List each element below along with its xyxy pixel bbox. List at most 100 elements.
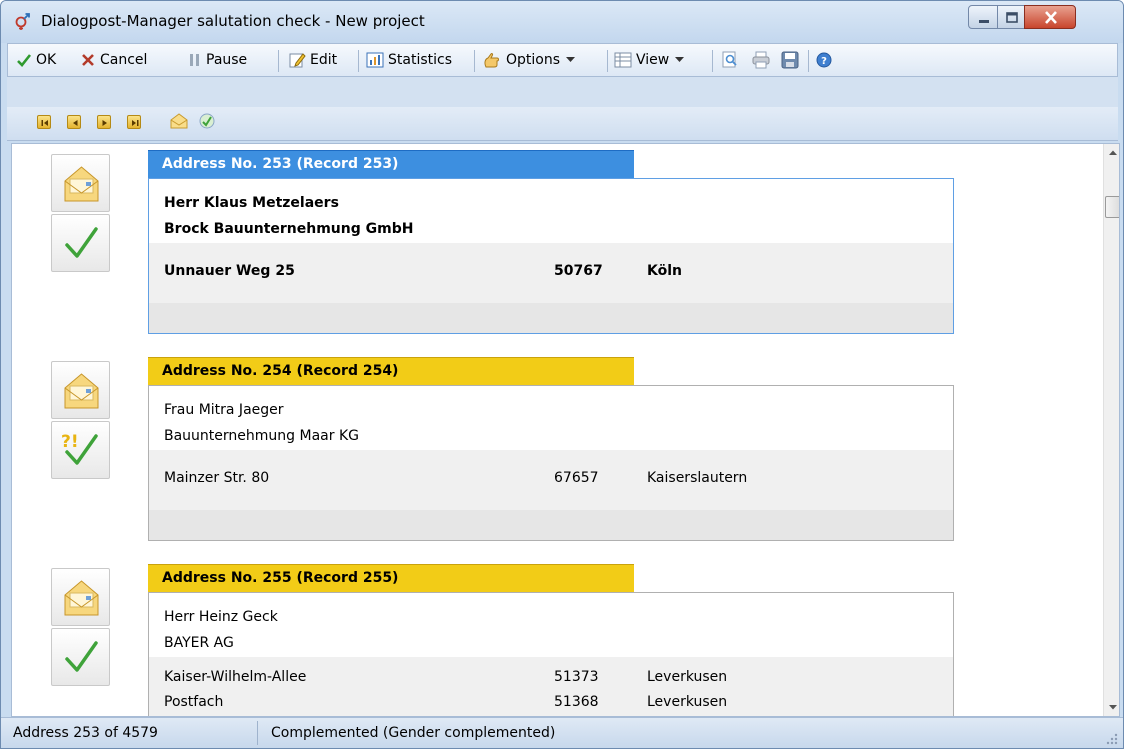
- search-button[interactable]: [721, 44, 743, 76]
- address-panel: Herr Klaus Metzelaers Brock Bauunternehm…: [148, 178, 954, 334]
- status-button[interactable]: [51, 628, 110, 686]
- print-button[interactable]: [751, 44, 775, 76]
- street: Postfach: [164, 694, 224, 710]
- record-card[interactable]: ?! Address No. 254 (Record 254) Frau Mit…: [12, 351, 1102, 551]
- pause-button[interactable]: Pause: [188, 44, 247, 76]
- view-table-icon: [614, 52, 632, 68]
- cancel-button[interactable]: Cancel: [80, 44, 147, 76]
- ok-button[interactable]: OK: [16, 44, 56, 76]
- options-hand-icon: [484, 53, 499, 68]
- street: Mainzer Str. 80: [164, 470, 270, 486]
- search-document-icon: [722, 51, 737, 68]
- scroll-down-button[interactable]: [1104, 698, 1119, 716]
- cancel-x-icon: [82, 54, 94, 66]
- street: Unnauer Weg 25: [164, 263, 295, 279]
- toolbar-separator: [278, 50, 279, 72]
- first-record-icon[interactable]: [37, 115, 51, 129]
- envelope-button[interactable]: [51, 154, 110, 212]
- company-name: Brock Bauunternehmung GmbH: [164, 221, 414, 237]
- pause-label: Pause: [206, 52, 248, 68]
- printer-icon: [752, 51, 770, 69]
- vertical-scrollbar[interactable]: [1103, 144, 1119, 716]
- checkmark-icon: [65, 641, 98, 672]
- ok-label: OK: [36, 52, 57, 68]
- envelope-button[interactable]: [51, 568, 110, 626]
- checkmark-icon: [65, 227, 98, 258]
- view-dropdown[interactable]: View: [614, 44, 688, 76]
- envelope-icon: [64, 166, 99, 202]
- street: Kaiser-Wilhelm-Allee: [164, 669, 307, 685]
- city: Köln: [647, 263, 682, 279]
- checkmark-icon: [17, 54, 32, 67]
- view-label: View: [636, 52, 670, 68]
- previous-record-icon[interactable]: [67, 115, 81, 129]
- cancel-label: Cancel: [100, 52, 148, 68]
- save-disk-icon: [781, 51, 799, 69]
- svg-text:?: ?: [821, 56, 827, 67]
- statistics-label: Statistics: [388, 52, 452, 68]
- dropdown-arrow-icon: [566, 57, 576, 62]
- minimize-button[interactable]: [968, 5, 998, 29]
- dropdown-arrow-icon: [675, 57, 685, 62]
- last-record-icon[interactable]: [127, 115, 141, 129]
- save-button[interactable]: [781, 44, 803, 76]
- envelope-icon: [64, 580, 99, 616]
- edit-button[interactable]: Edit: [288, 44, 337, 76]
- envelope-icon: [64, 373, 99, 409]
- title-bar[interactable]: Dialogpost-Manager salutation check - Ne…: [1, 1, 1123, 43]
- record-header: Address No. 254 (Record 254): [148, 357, 634, 385]
- zip-code: 50767: [554, 263, 603, 279]
- navigation-bar-background: [7, 77, 1118, 107]
- maximize-button[interactable]: [997, 5, 1025, 29]
- record-header: Address No. 253 (Record 253): [148, 150, 634, 178]
- statistics-chart-icon: [366, 52, 384, 68]
- close-button[interactable]: [1024, 5, 1076, 29]
- application-window: Dialogpost-Manager salutation check - Ne…: [0, 0, 1124, 749]
- edit-label: Edit: [310, 52, 338, 68]
- city: Kaiserslautern: [647, 470, 748, 486]
- company-name: Bauunternehmung Maar KG: [164, 428, 359, 444]
- options-dropdown[interactable]: Options: [482, 44, 579, 76]
- svg-text:?!: ?!: [61, 432, 79, 452]
- address-band: [149, 657, 953, 716]
- scrollbar-thumb[interactable]: [1105, 196, 1119, 218]
- open-envelope-icon[interactable]: [169, 112, 189, 134]
- pause-icon: [190, 54, 199, 66]
- toolbar-separator: [358, 50, 359, 72]
- options-label: Options: [506, 52, 561, 68]
- refresh-icon[interactable]: [198, 112, 216, 134]
- zip-code: 51373: [554, 669, 599, 685]
- toolbar-separator: [712, 50, 713, 72]
- toolbar-separator: [474, 50, 475, 72]
- resize-grip-icon[interactable]: [1105, 732, 1119, 746]
- status-button[interactable]: ?!: [51, 421, 110, 479]
- record-position: Address 253 of 4579: [13, 725, 158, 741]
- record-list[interactable]: Address No. 253 (Record 253) Herr Klaus …: [11, 143, 1120, 717]
- zip-code: 67657: [554, 470, 599, 486]
- record-card[interactable]: Address No. 255 (Record 255) Herr Heinz …: [12, 558, 1102, 716]
- record-header: Address No. 255 (Record 255): [148, 564, 634, 592]
- app-gender-icon: [13, 11, 33, 31]
- toolbar-separator: [808, 50, 809, 72]
- status-separator: [257, 721, 258, 745]
- address-panel: Frau Mitra Jaeger Bauunternehmung Maar K…: [148, 385, 954, 541]
- address-band-footer: [149, 510, 953, 540]
- status-button[interactable]: [51, 214, 110, 272]
- address-band-footer: [149, 303, 953, 333]
- recipient-name: Herr Heinz Geck: [164, 609, 278, 625]
- edit-pencil-icon: [289, 53, 306, 68]
- scroll-up-button[interactable]: [1104, 144, 1119, 162]
- next-record-icon[interactable]: [97, 115, 111, 129]
- address-panel: Herr Heinz Geck BAYER AG Kaiser-Wilhelm-…: [148, 592, 954, 716]
- record-card[interactable]: Address No. 253 (Record 253) Herr Klaus …: [12, 144, 1102, 344]
- toolbar: OK Cancel Pause Edit Statistics Options: [7, 43, 1118, 77]
- help-button[interactable]: ?: [816, 44, 836, 76]
- recipient-name: Frau Mitra Jaeger: [164, 402, 284, 418]
- envelope-button[interactable]: [51, 361, 110, 419]
- window-title: Dialogpost-Manager salutation check - Ne…: [41, 12, 425, 30]
- status-bar: Address 253 of 4579 Complemented (Gender…: [1, 717, 1123, 748]
- company-name: BAYER AG: [164, 635, 234, 651]
- city: Leverkusen: [647, 694, 728, 710]
- recipient-name: Herr Klaus Metzelaers: [164, 195, 339, 211]
- statistics-button[interactable]: Statistics: [366, 44, 452, 76]
